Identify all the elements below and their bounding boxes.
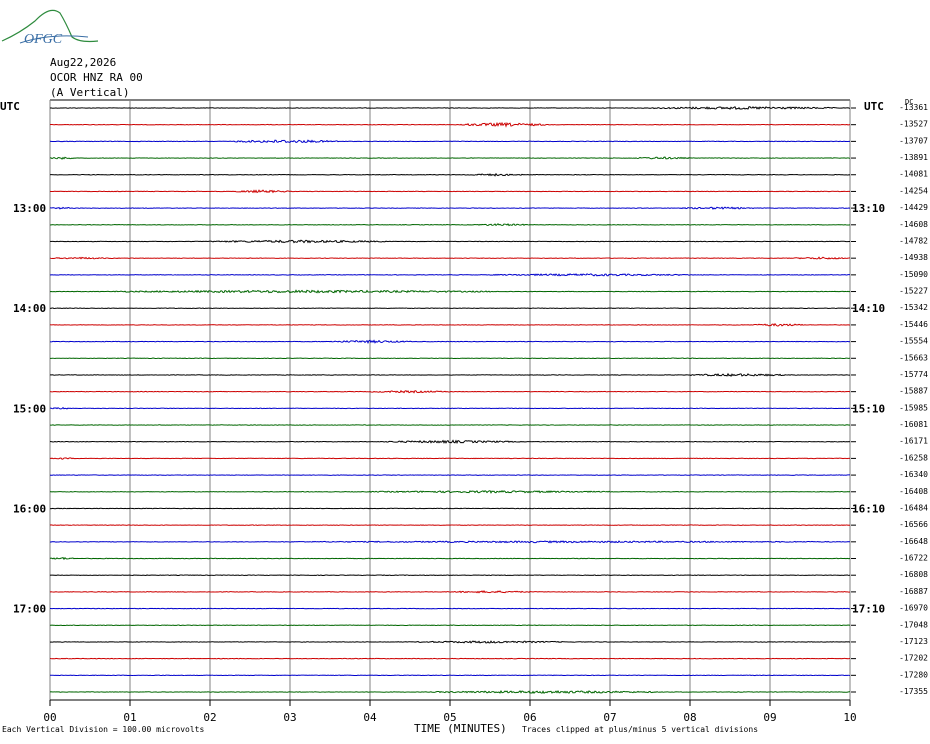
- row-offset-label: -16340: [899, 470, 928, 479]
- row-offset-label: -16648: [899, 537, 928, 546]
- helicorder-plot: 00 01 02 03 04 05 06 07 08 09 10-13361-13527-13707…: [0, 98, 928, 724]
- x-tick-label: 02: [203, 711, 216, 724]
- row-offset-label: -13361: [899, 103, 928, 112]
- scale-note: Each Vertical Division = 100.00 microvol…: [2, 725, 205, 734]
- left-time-label: 16:00: [13, 502, 46, 515]
- left-utc-label: UTC: [0, 100, 20, 113]
- row-offset-label: -16484: [899, 503, 928, 512]
- row-offset-label: -13707: [899, 136, 928, 145]
- row-offset-label: -13891: [899, 153, 928, 162]
- row-offset-label: -15663: [899, 353, 928, 362]
- seismic-trace: [49, 307, 851, 310]
- row-offset-label: -15227: [899, 287, 928, 296]
- row-offset-label: -14782: [899, 236, 928, 245]
- row-offset-label: -15554: [899, 337, 928, 346]
- x-tick-label: 10: [843, 711, 856, 724]
- x-tick-label: 08: [683, 711, 696, 724]
- row-offset-label: -17280: [899, 670, 928, 679]
- seismic-trace: [49, 607, 851, 610]
- row-offset-label: -17355: [899, 687, 928, 696]
- row-offset-label: -17048: [899, 620, 928, 629]
- left-time-label: 15:00: [13, 402, 46, 415]
- seismic-trace: [49, 657, 851, 660]
- right-time-label: 15:10: [852, 402, 885, 415]
- left-time-label: 13:00: [13, 202, 46, 215]
- x-tick-label: 04: [363, 711, 377, 724]
- x-tick-label: 09: [763, 711, 776, 724]
- seismic-trace: [49, 574, 851, 576]
- seismic-trace: [49, 507, 851, 510]
- row-offset-label: -15774: [899, 370, 928, 379]
- row-offset-label: -17202: [899, 654, 928, 663]
- row-offset-label: -15985: [899, 403, 928, 412]
- row-offset-label: -14081: [899, 170, 928, 179]
- row-offset-label: -16566: [899, 520, 928, 529]
- x-tick-label: 07: [603, 711, 616, 724]
- row-offset-label: -15887: [899, 387, 928, 396]
- left-time-label: 17:00: [13, 603, 46, 616]
- right-time-label: 17:10: [852, 603, 885, 616]
- row-offset-label: -16722: [899, 554, 928, 563]
- row-offset-label: -16408: [899, 487, 928, 496]
- left-time-label: 14:00: [13, 302, 46, 315]
- row-offset-label: -14938: [899, 253, 928, 262]
- row-offset-label: -16887: [899, 587, 928, 596]
- row-offset-label: -16808: [899, 570, 928, 579]
- row-offset-label: -16970: [899, 604, 928, 613]
- x-tick-label: 01: [123, 711, 136, 724]
- row-offset-label: -15342: [899, 303, 928, 312]
- row-offset-label: -13527: [899, 120, 928, 129]
- x-axis-label: TIME (MINUTES): [414, 722, 507, 735]
- row-offset-label: -15090: [899, 270, 928, 279]
- seismic-trace: [49, 674, 851, 677]
- right-time-label: 16:10: [852, 502, 885, 515]
- row-offset-label: -14429: [899, 203, 928, 212]
- dc-label: DC: [905, 98, 913, 106]
- x-tick-label: 06: [523, 711, 536, 724]
- right-time-label: 13:10: [852, 202, 885, 215]
- right-utc-label: UTC: [864, 100, 884, 113]
- seismic-trace: [49, 424, 851, 426]
- clip-note: Traces clipped at plus/minus 5 vertical …: [522, 725, 759, 734]
- row-offset-label: -14608: [899, 220, 928, 229]
- row-offset-label: -16081: [899, 420, 928, 429]
- row-offset-label: -16258: [899, 453, 928, 462]
- row-offset-label: -17123: [899, 637, 928, 646]
- seismic-trace: [49, 474, 850, 476]
- seismic-trace: [49, 624, 851, 627]
- row-offset-label: -15446: [899, 320, 928, 329]
- seismic-trace: [49, 524, 851, 526]
- row-offset-label: -16171: [899, 437, 928, 446]
- right-time-label: 14:10: [852, 302, 885, 315]
- row-offset-label: -14254: [899, 186, 928, 195]
- x-tick-label: 03: [283, 711, 296, 724]
- x-tick-label: 00: [43, 711, 56, 724]
